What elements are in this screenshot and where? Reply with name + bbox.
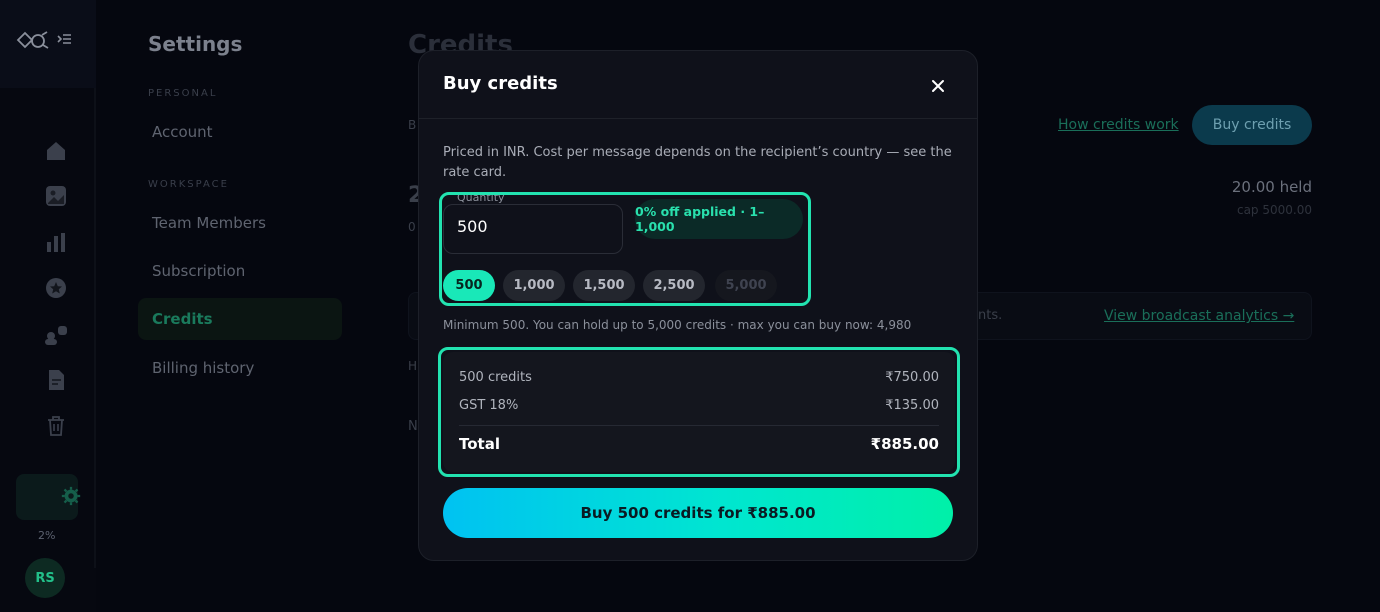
section-label-workspace: WORKSPACE [148,179,229,190]
close-icon [932,80,944,92]
logo-icon[interactable] [16,30,50,50]
bar-chart-icon[interactable] [44,230,68,254]
nav-item-team-members[interactable]: Team Members [152,214,266,232]
settings-rail-button[interactable] [16,474,81,520]
rail-divider [94,88,96,568]
section-label-personal: PERSONAL [148,88,218,99]
how-credits-work-link[interactable]: How credits work [1058,117,1179,133]
trash-icon[interactable] [44,414,68,438]
modal-title: Buy credits [443,73,558,94]
nav-item-account[interactable]: Account [152,123,213,141]
bg-text-fragment: N [408,419,418,434]
users-icon[interactable] [44,322,68,346]
home-icon[interactable] [44,139,68,163]
nav-item-billing-history[interactable]: Billing history [152,359,254,377]
buy-credits-button[interactable]: Buy credits [1192,105,1312,145]
nav-item-credits[interactable]: Credits [152,310,213,328]
settings-title: Settings [148,32,243,56]
pricing-description: Priced in INR. Cost per message depends … [443,145,952,180]
buy-credits-submit-button[interactable]: Buy 500 credits for ₹885.00 [443,488,953,538]
image-icon[interactable] [44,184,68,208]
view-broadcast-analytics-link[interactable]: View broadcast analytics → [1104,308,1294,324]
avatar[interactable]: RS [25,558,65,598]
star-icon[interactable] [44,276,68,300]
bg-text-fragment: nts. [978,308,1003,323]
minimum-note: Minimum 500. You can hold up to 5,000 cr… [443,318,912,332]
icon-rail [0,0,96,612]
buy-credits-modal: Buy credits Priced in INR. Cost per mess… [418,50,978,561]
nav-item-subscription[interactable]: Subscription [152,262,245,280]
usage-percent: 2% [38,529,56,542]
bg-text-fragment: B [408,118,417,132]
close-button[interactable] [925,73,951,99]
collapse-sidebar-icon[interactable] [56,32,72,48]
bg-text-fragment: H [408,359,418,373]
quantity-highlight-box [439,192,811,306]
document-icon[interactable] [44,368,68,392]
bg-text-fragment: 0 [408,220,416,234]
gear-icon [61,486,81,506]
cap-amount: cap 5000.00 [1236,203,1312,217]
summary-highlight-box [438,347,960,477]
held-amount: 20.00 held [1231,178,1312,196]
modal-divider [419,118,977,119]
